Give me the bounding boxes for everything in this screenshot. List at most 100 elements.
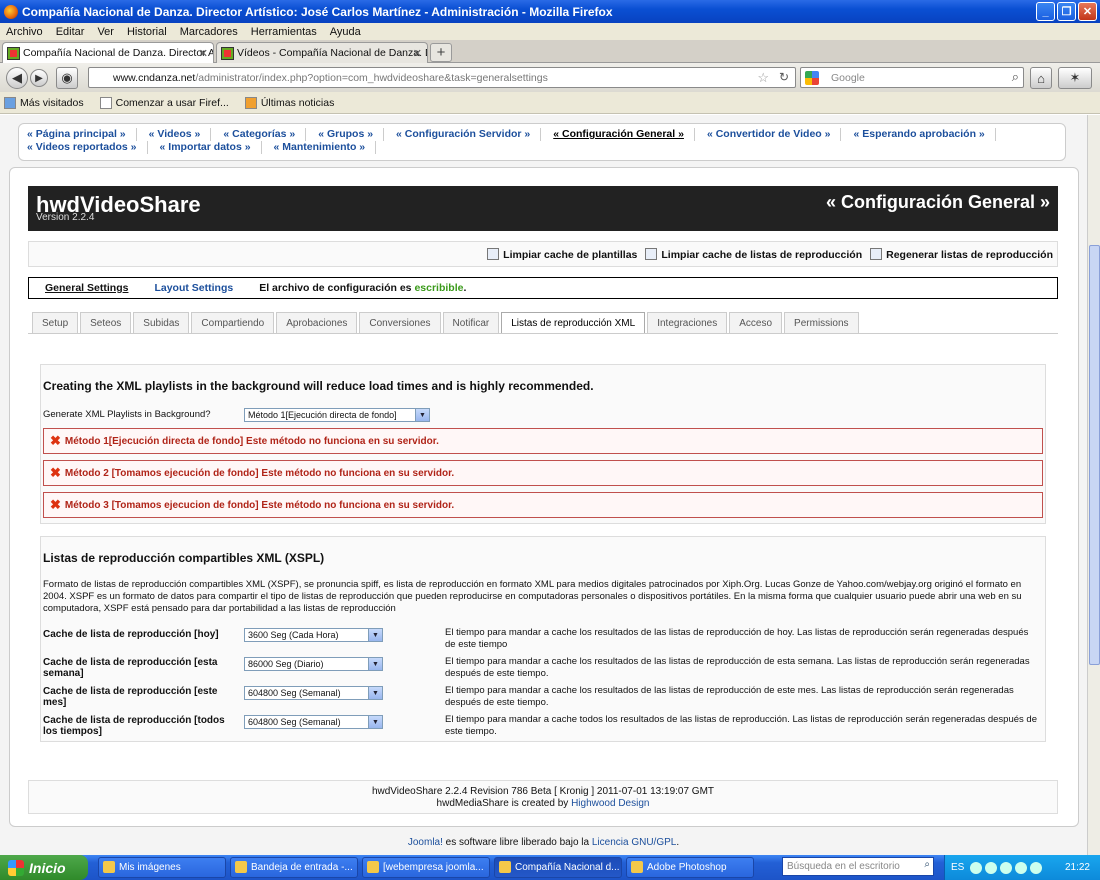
clear-playlist-cache-button[interactable]: Limpiar cache de listas de reproducción [645,248,862,261]
tab-setup[interactable]: Setup [32,312,79,333]
home-icon[interactable]: ⌂ [1030,67,1052,89]
start-label: Inicio [29,859,66,876]
submenu-config-servidor[interactable]: « Configuración Servidor » [396,128,542,141]
bookmark-mas-visitados[interactable]: Más visitados [0,96,84,109]
tab-subidas[interactable]: Subidas [133,312,190,333]
task-mis-imagenes[interactable]: Mis imágenes [98,857,226,878]
submenu-grupos[interactable]: « Grupos » [318,128,385,141]
submenu-config-general[interactable]: « Configuración General » [553,128,695,141]
tab-close-icon[interactable]: ✕ [199,47,208,60]
submenu-categorias[interactable]: « Categorías » [223,128,307,141]
cache-week-select[interactable]: 86000 Seg (Diario) ▼ [244,657,383,671]
addon-icon[interactable]: ✶ [1058,67,1092,89]
submenu-videos[interactable]: « Videos » [149,128,212,141]
menu-ver[interactable]: Ver [91,26,121,38]
cache-today-label: Cache de lista de reproducción [hoy] [43,629,219,640]
bookmark-icon [99,96,112,109]
tray-icon[interactable] [1030,861,1043,874]
bookmark-comenzar[interactable]: Comenzar a usar Firef... [96,96,229,109]
language-indicator[interactable]: ES [951,862,964,873]
submenu-importar[interactable]: « Importar datos » [160,141,262,154]
submenu-convertidor[interactable]: « Convertidor de Video » [707,128,842,141]
tab-conversiones[interactable]: Conversiones [359,312,441,333]
background-method-select[interactable]: Método 1[Ejecución directa de fondo] ▼ [244,408,430,422]
submenu-esperando[interactable]: « Esperando aprobación » [853,128,996,141]
error-text: Método 2 [Tomamos ejecución de fondo] Es… [64,467,455,479]
new-tab-button[interactable]: + [430,43,452,62]
section-heading: Creating the XML playlists in the backgr… [43,379,594,393]
bookmark-star-icon[interactable]: ☆ [757,70,769,86]
highwood-link[interactable]: Highwood Design [571,798,649,809]
submenu-mantenimiento[interactable]: « Mantenimiento » [274,141,377,154]
select-value: 604800 Seg (Semanal) [248,688,341,698]
task-photoshop[interactable]: Adobe Photoshop [626,857,754,878]
tray-icon[interactable] [985,861,998,874]
search-icon[interactable]: ⌕ [1012,69,1019,85]
desktop-search-input[interactable]: Búsqueda en el escritorio ⌕ [782,857,934,876]
maximize-button[interactable]: ❐ [1057,2,1076,21]
system-tray: ES 21:22 [944,855,1100,880]
search-icon[interactable]: ⌕ [924,859,930,870]
cache-today-help: El tiempo para mandar a cache los result… [445,627,1029,650]
tray-icon[interactable] [1015,861,1028,874]
select-value: 86000 Seg (Diario) [248,659,324,669]
tab-notificar[interactable]: Notificar [442,312,500,333]
tab-permissions[interactable]: Permissions [784,312,859,333]
browser-tab-videos[interactable]: Vídeos - Compañía Nacional de Danza. Di.… [216,42,428,63]
url-domain: www.cndanza.net [113,71,196,84]
gpl-link[interactable]: Licencia GNU/GPL [592,837,676,848]
general-settings-link[interactable]: General Settings [45,282,128,294]
select-value: 3600 Seg (Cada Hora) [248,630,339,640]
reload-icon[interactable]: ↻ [779,70,789,84]
task-webempresa[interactable]: [webempresa joomla... [362,857,490,878]
close-button[interactable]: ✕ [1078,2,1097,21]
action-toolbar: Limpiar cache de plantillas Limpiar cach… [28,241,1058,267]
back-arrow-icon[interactable]: ◀ [6,67,28,89]
menu-herramientas[interactable]: Herramientas [245,26,324,38]
layout-settings-link[interactable]: Layout Settings [154,282,233,294]
menu-editar[interactable]: Editar [50,26,92,38]
task-bandeja[interactable]: Bandeja de entrada -... [230,857,358,878]
cache-all-select[interactable]: 604800 Seg (Semanal) ▼ [244,715,383,729]
tab-acceso[interactable]: Acceso [729,312,783,333]
submenu-pagina-principal[interactable]: « Página principal » [27,128,137,141]
clear-template-cache-button[interactable]: Limpiar cache de plantillas [487,248,637,261]
menu-ayuda[interactable]: Ayuda [324,26,368,38]
menu-marcadores[interactable]: Marcadores [174,26,245,38]
cache-month-select[interactable]: 604800 Seg (Semanal) ▼ [244,686,383,700]
menu-historial[interactable]: Historial [121,26,174,38]
tray-icon[interactable] [970,861,983,874]
joomla-link[interactable]: Joomla! [408,837,443,848]
section-heading: Listas de reproducción compartibles XML … [43,551,325,565]
tab-listas-xml[interactable]: Listas de reproducción XML [501,312,646,334]
tab-close-icon[interactable]: ✕ [413,47,422,60]
tab-aprobaciones[interactable]: Aprobaciones [276,312,358,333]
identity-icon[interactable]: ◉ [56,67,78,89]
url-path: /administrator/index.php?option=com_hwdv… [195,71,548,84]
task-firefox[interactable]: Compañía Nacional d... [494,857,622,878]
bookmark-ultimas-noticias[interactable]: Últimas noticias [241,96,334,109]
page-scrollbar[interactable] [1087,115,1100,855]
site-favicon-icon [221,46,234,60]
submenu-reportados[interactable]: « Videos reportados » [27,141,148,154]
regenerate-playlists-button[interactable]: Regenerar listas de reproducción [870,248,1053,261]
footer-credit: hwdMediaShare is created by [436,798,569,809]
tab-compartiendo[interactable]: Compartiendo [191,312,275,333]
select-value: 604800 Seg (Semanal) [248,717,341,727]
forward-arrow-icon[interactable]: ▶ [30,69,48,87]
error-text: Método 1[Ejecución directa de fondo] Est… [64,435,439,447]
search-input[interactable]: Google ⌕ [800,67,1024,88]
google-icon[interactable] [805,71,819,85]
tab-seteos[interactable]: Seteos [80,312,132,333]
error-x-icon: ✖ [50,465,61,480]
menu-archivo[interactable]: Archivo [0,26,50,38]
browser-tab-admin[interactable]: Compañía Nacional de Danza. Director Ar.… [2,42,214,63]
scrollbar-thumb[interactable] [1089,245,1100,665]
tray-icon[interactable] [1000,861,1013,874]
minimize-button[interactable]: _ [1036,2,1055,21]
start-button[interactable]: Inicio [0,855,88,880]
url-input[interactable]: www.cndanza.net/administrator/index.php?… [88,67,796,88]
cache-today-select[interactable]: 3600 Seg (Cada Hora) ▼ [244,628,383,642]
tab-integraciones[interactable]: Integraciones [647,312,728,333]
windows-logo-icon [8,859,24,876]
